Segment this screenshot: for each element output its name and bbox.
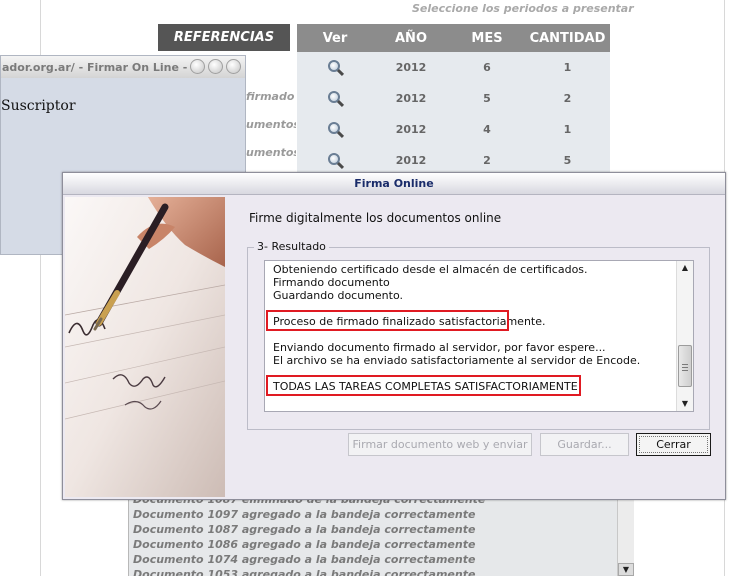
view-button[interactable] bbox=[297, 52, 373, 83]
list-item: Documento 1053 agregado a la bandeja cor… bbox=[133, 568, 476, 576]
view-button[interactable] bbox=[297, 83, 373, 114]
result-scrollbar[interactable]: ▲ ▼ bbox=[676, 261, 693, 411]
magnifier-icon[interactable] bbox=[327, 152, 345, 169]
result-group: 3- Resultado Obteniendo certificado desd… bbox=[247, 240, 710, 430]
table-row: 2012 4 1 bbox=[297, 114, 610, 145]
log-line: Guardando documento. bbox=[273, 289, 404, 302]
scroll-down-icon[interactable]: ▼ bbox=[618, 563, 634, 576]
list-item: Documento 1074 agregado a la bandeja cor… bbox=[133, 553, 476, 566]
minimize-icon[interactable] bbox=[190, 59, 205, 74]
close-button[interactable]: Cerrar bbox=[636, 433, 711, 456]
reference-item[interactable]: firmado bbox=[246, 90, 296, 103]
magnifier-icon[interactable] bbox=[327, 59, 345, 76]
table-row: 2012 6 1 bbox=[297, 52, 610, 83]
periods-table: Ver AÑO MES CANTIDAD 2012 6 1 2012 5 2 2… bbox=[297, 24, 610, 176]
log-line: Enviando documento firmado al servidor, … bbox=[273, 341, 606, 354]
column-header-ver: Ver bbox=[322, 30, 348, 46]
month-cell: 4 bbox=[483, 123, 491, 136]
list-item: Documento 1097 agregado a la bandeja cor… bbox=[133, 508, 476, 521]
year-cell: 2012 bbox=[395, 61, 427, 74]
magnifier-icon[interactable] bbox=[327, 121, 345, 138]
scroll-down-icon[interactable]: ▼ bbox=[677, 397, 693, 411]
count-cell: 1 bbox=[563, 61, 572, 74]
month-cell: 6 bbox=[483, 61, 491, 74]
log-scrollbar[interactable]: ▼ bbox=[617, 498, 634, 576]
period-hint: Seleccione los periodos a presentar bbox=[412, 2, 634, 15]
table-header-row: Ver AÑO MES CANTIDAD bbox=[297, 24, 610, 52]
column-header-count: CANTIDAD bbox=[529, 30, 606, 46]
save-button[interactable]: Guardar... bbox=[540, 433, 629, 456]
column-header-year: AÑO bbox=[395, 30, 427, 46]
dialog-heading: Firme digitalmente los documentos online bbox=[249, 211, 502, 225]
count-cell: 2 bbox=[563, 92, 572, 105]
screen: Seleccione los periodos a presentar REFE… bbox=[0, 0, 756, 576]
list-item: Documento 1087 agregado a la bandeja cor… bbox=[133, 523, 476, 536]
view-button[interactable] bbox=[297, 114, 373, 145]
reference-item[interactable]: umentos bbox=[246, 118, 296, 131]
log-line: Firmando documento bbox=[273, 276, 390, 289]
year-cell: 2012 bbox=[395, 123, 427, 136]
column-header-month: MES bbox=[471, 30, 503, 46]
firma-online-dialog: Firma Online Firme digitalmente los docu… bbox=[62, 172, 726, 500]
sign-and-send-button[interactable]: Firmar documento web y enviar bbox=[348, 433, 532, 456]
tray-log-list: Documento 1087 eliminado de la bandeja c… bbox=[128, 498, 634, 576]
magnifier-icon[interactable] bbox=[327, 90, 345, 107]
scroll-up-icon[interactable]: ▲ bbox=[677, 261, 693, 275]
log-line: El archivo se ha enviado satisfactoriame… bbox=[273, 354, 641, 367]
log-line: Obteniendo certificado desde el almacén … bbox=[273, 263, 588, 276]
reference-item[interactable]: umentos bbox=[246, 146, 296, 159]
result-log-textbox[interactable]: Obteniendo certificado desde el almacén … bbox=[264, 260, 694, 412]
maximize-icon[interactable] bbox=[208, 59, 223, 74]
dialog-title: Firma Online bbox=[63, 173, 725, 195]
result-group-label: 3- Resultado bbox=[254, 240, 329, 253]
table-row: 2012 5 2 bbox=[297, 83, 610, 114]
count-cell: 1 bbox=[563, 123, 572, 136]
year-cell: 2012 bbox=[395, 92, 427, 105]
highlight-box bbox=[266, 310, 509, 331]
window-controls bbox=[190, 59, 241, 74]
subscriber-label: Suscriptor bbox=[1, 98, 76, 114]
signing-photo bbox=[65, 197, 225, 497]
close-icon[interactable] bbox=[226, 59, 241, 74]
month-cell: 5 bbox=[483, 92, 491, 105]
highlight-box bbox=[266, 375, 581, 396]
list-item: Documento 1086 agregado a la bandeja cor… bbox=[133, 538, 476, 551]
scroll-thumb[interactable] bbox=[678, 345, 692, 387]
references-header: REFERENCIAS bbox=[158, 24, 290, 51]
pen-signature-illustration bbox=[65, 197, 225, 497]
